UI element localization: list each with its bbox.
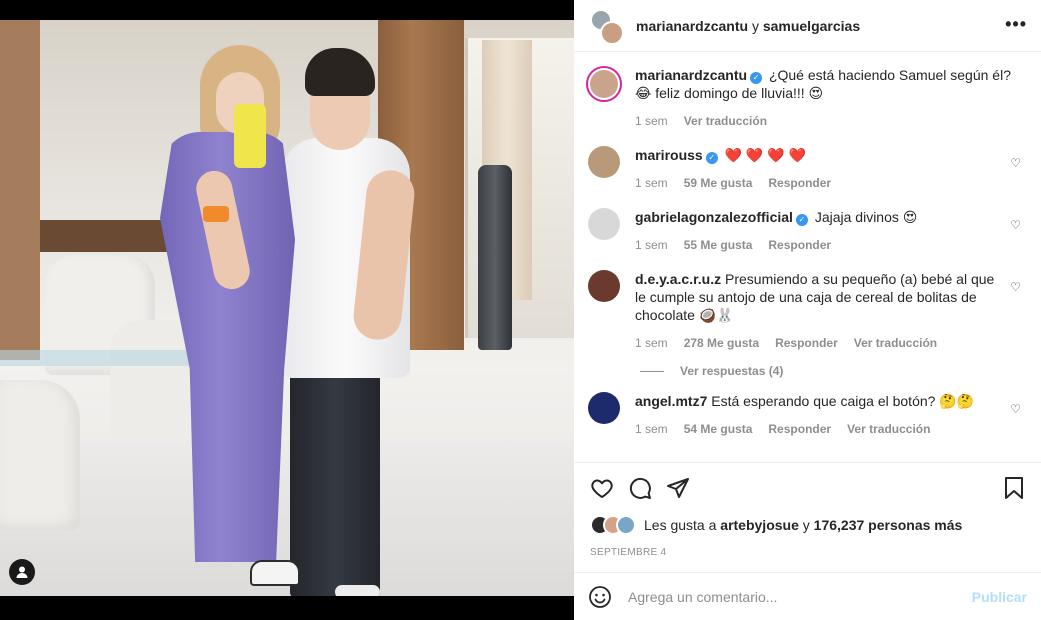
avatar[interactable] — [588, 270, 620, 302]
translate-link[interactable]: Ver traducción — [854, 334, 937, 352]
comment-time[interactable]: 1 sem — [635, 174, 668, 192]
comment-likes[interactable]: 55 Me gusta — [684, 236, 753, 254]
photo-man-shoe — [335, 585, 380, 596]
replies-divider — [640, 370, 664, 372]
photo-man-pants — [290, 360, 380, 596]
reply-button[interactable]: Responder — [768, 174, 831, 192]
reply-button[interactable]: Responder — [775, 334, 838, 352]
comment-username[interactable]: angel.mtz7 — [635, 393, 707, 409]
avatar[interactable] — [588, 208, 620, 240]
post-date[interactable]: SEPTIEMBRE 4 — [590, 547, 1025, 558]
photo-chair — [0, 380, 80, 530]
comment-username[interactable]: d.e.y.a.c.r.u.z — [635, 271, 721, 287]
comment-likes[interactable]: 278 Me gusta — [684, 334, 759, 352]
action-icons — [590, 475, 1025, 501]
likers-avatars[interactable] — [590, 515, 638, 535]
publish-button[interactable]: Publicar — [972, 589, 1027, 605]
likes-count[interactable]: 176,237 personas más — [814, 517, 963, 533]
emoji-icon[interactable] — [588, 585, 612, 609]
view-replies-label: Ver respuestas (4) — [680, 364, 784, 378]
photo-glass-table — [0, 350, 200, 366]
view-replies-button[interactable]: Ver respuestas (4) — [640, 364, 1025, 378]
more-horizontal-icon[interactable]: ••• — [1005, 14, 1027, 35]
avatar[interactable] — [588, 392, 620, 424]
avatar[interactable] — [600, 20, 624, 45]
reply-button[interactable]: Responder — [768, 420, 831, 438]
comment-row: gabrielagonzalezofficial ✓ Jajaja divinos… — [588, 208, 1025, 254]
comment-likes[interactable]: 59 Me gusta — [684, 174, 753, 192]
comment-username[interactable]: marianardzcantu — [635, 67, 747, 83]
bookmark-icon[interactable] — [1003, 476, 1025, 500]
likes-connector: y — [802, 517, 810, 533]
author-link[interactable]: marianardzcantu — [636, 18, 748, 34]
post-side-panel: marianardzcantu y samuelgarcias ••• mari… — [574, 0, 1041, 620]
comment-row: d.e.y.a.c.r.u.z Presumiendo a su pequeño… — [588, 270, 1025, 352]
post-authors: marianardzcantu y samuelgarcias — [636, 18, 860, 34]
photo-sneaker — [250, 560, 300, 586]
send-icon[interactable] — [666, 476, 690, 500]
likes-prefix: Les gusta a — [644, 517, 717, 533]
author-connector: y — [751, 17, 759, 34]
comment-row: marirouss ✓ ❤️ ❤️ ❤️ ❤️ 1 sem 59 Me gusta… — [588, 146, 1025, 192]
comment-text: Jajaja divinos 😍 — [814, 209, 918, 225]
comment-time[interactable]: 1 sem — [635, 236, 668, 254]
verified-badge-icon: ✓ — [750, 72, 763, 84]
add-comment-bar: Publicar — [574, 572, 1041, 620]
comment-username[interactable]: gabrielagonzalezofficial — [635, 209, 793, 225]
avatar[interactable] — [588, 146, 620, 178]
comment-username[interactable]: marirouss — [635, 147, 703, 163]
comment-time[interactable]: 1 sem — [635, 420, 668, 438]
comment-icon[interactable] — [628, 476, 652, 500]
heart-icon[interactable] — [590, 476, 614, 500]
comment-text: ❤️ ❤️ ❤️ ❤️ — [724, 147, 806, 163]
comment-time[interactable]: 1 sem — [635, 112, 668, 130]
post-actions: Les gusta a artebyjosue y 176,237 person… — [574, 462, 1041, 558]
post-photo[interactable] — [0, 20, 574, 596]
reply-button[interactable]: Responder — [768, 236, 831, 254]
avatar — [616, 515, 636, 535]
comment-text: Está esperando que caiga el botón? 🤔🤔 — [711, 393, 975, 409]
heart-icon[interactable]: ♡ — [1010, 402, 1021, 416]
author-link[interactable]: samuelgarcias — [763, 18, 860, 34]
photo-phone — [234, 104, 266, 168]
verified-badge-icon: ✓ — [705, 152, 718, 164]
user-tags-button[interactable] — [9, 559, 35, 585]
liker-username[interactable]: artebyjosue — [720, 517, 799, 533]
comment-time[interactable]: 1 sem — [635, 334, 668, 352]
post-header: marianardzcantu y samuelgarcias ••• — [574, 0, 1041, 52]
comment-likes[interactable]: 54 Me gusta — [684, 420, 753, 438]
avatar[interactable] — [586, 66, 622, 102]
photo-watch — [203, 206, 229, 222]
caption-row: marianardzcantu ✓ ¿Qué está haciendo Samu… — [586, 66, 1025, 130]
likes-summary: Les gusta a artebyjosue y 176,237 person… — [590, 515, 1025, 535]
post-media[interactable] — [0, 0, 574, 620]
verified-badge-icon: ✓ — [795, 214, 808, 226]
heart-icon[interactable]: ♡ — [1010, 280, 1021, 294]
heart-icon[interactable]: ♡ — [1010, 218, 1021, 232]
photo-bg-wall — [0, 20, 40, 360]
user-icon — [16, 566, 28, 578]
heart-icon[interactable]: ♡ — [1010, 156, 1021, 170]
comment-input[interactable] — [628, 588, 962, 605]
comments-list[interactable]: marianardzcantu ✓ ¿Qué está haciendo Samu… — [574, 52, 1041, 462]
translate-link[interactable]: Ver traducción — [684, 112, 767, 130]
translate-link[interactable]: Ver traducción — [847, 420, 930, 438]
collab-avatars[interactable] — [590, 8, 624, 45]
photo-man-hair — [305, 48, 375, 96]
comment-row: angel.mtz7 Está esperando que caiga el b… — [588, 392, 1025, 438]
photo-tower-fan — [478, 165, 512, 350]
